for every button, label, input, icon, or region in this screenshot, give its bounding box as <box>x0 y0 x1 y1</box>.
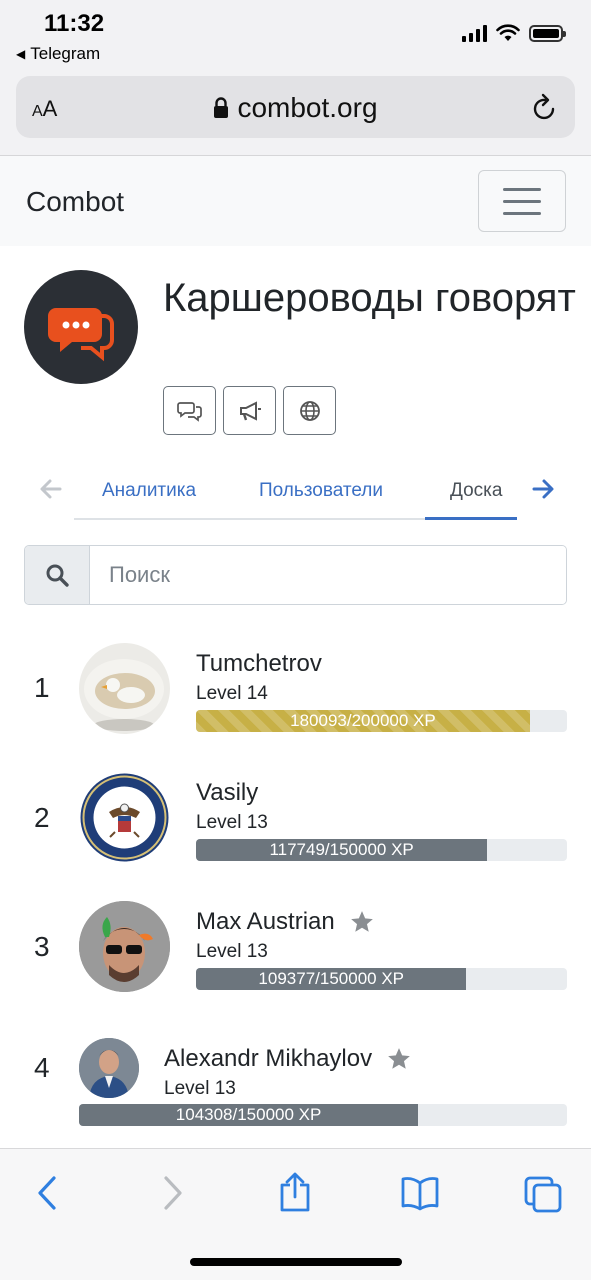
user-name-text: Alexandr Mikhaylov <box>164 1045 373 1072</box>
chat-icon <box>176 401 202 422</box>
user-avatar[interactable] <box>79 643 170 734</box>
man-suit-avatar-image <box>79 1038 139 1098</box>
wifi-icon <box>496 24 520 41</box>
menu-toggle-button[interactable] <box>478 170 566 232</box>
site-navbar: Combot <box>0 156 591 246</box>
tab-board[interactable]: Доска <box>450 480 502 502</box>
status-time: 11:32 <box>44 10 105 37</box>
group-channel-button[interactable] <box>223 386 276 435</box>
hamburger-icon-bar <box>503 212 541 215</box>
address-bar[interactable]: AAAA combot.org <box>16 76 575 138</box>
home-indicator <box>190 1258 402 1266</box>
xp-progress-bar: 109377/150000 XP <box>196 968 567 990</box>
user-name[interactable]: Alexandr Mikhaylov <box>164 1045 412 1073</box>
man-avatar-image <box>79 901 170 992</box>
hamburger-icon <box>503 188 541 191</box>
browser-address-area: AAAA combot.org <box>0 72 591 156</box>
user-level: Level 13 <box>196 812 268 833</box>
group-action-buttons <box>163 386 336 435</box>
xp-progress-text: 104308/150000 XP <box>175 1105 322 1124</box>
star-icon <box>350 911 373 932</box>
star-icon <box>388 1048 410 1069</box>
user-avatar[interactable] <box>79 772 170 863</box>
back-to-app-link[interactable]: ◀ Telegram <box>16 44 100 64</box>
xp-progress-bar: 104308/150000 XP <box>79 1104 567 1126</box>
user-avatar[interactable] <box>79 1038 139 1098</box>
search-group <box>24 545 567 605</box>
url-field[interactable]: combot.org <box>16 92 575 124</box>
xp-progress-text: 117749/150000 XP <box>269 840 414 859</box>
active-tab-indicator <box>425 517 517 520</box>
status-bar: 11:32 ◀ Telegram <box>0 0 591 72</box>
group-chat-button[interactable] <box>163 386 216 435</box>
duck-avatar-image <box>84 659 164 731</box>
back-icon[interactable] <box>36 1175 60 1211</box>
user-name[interactable]: Max Austrian <box>196 908 375 936</box>
hamburger-icon-bar <box>503 200 541 203</box>
tab-users[interactable]: Пользователи <box>259 480 383 502</box>
battery-icon <box>529 24 566 42</box>
xp-progress-text: 180093/200000 XP <box>290 711 436 730</box>
search-input[interactable] <box>90 546 566 604</box>
globe-icon <box>299 400 320 421</box>
xp-progress-text: 109377/150000 XP <box>258 969 405 988</box>
back-triangle-icon: ◀ <box>16 47 26 61</box>
seal-avatar-image <box>80 773 169 862</box>
user-level: Level 13 <box>196 941 268 962</box>
user-avatar[interactable] <box>79 901 170 992</box>
section-tabs: Аналитика Пользователи Доска <box>0 462 591 522</box>
cellular-signal-icon <box>462 24 487 42</box>
tabs-icon[interactable] <box>523 1175 563 1213</box>
rank-number: 2 <box>34 802 50 833</box>
arrow-right-icon[interactable] <box>530 476 556 502</box>
search-icon <box>46 564 69 587</box>
tab-analytics[interactable]: Аналитика <box>102 480 196 502</box>
rank-number: 1 <box>34 672 50 703</box>
megaphone-icon <box>239 400 261 421</box>
chat-bubbles-logo-icon <box>48 308 114 362</box>
rank-number: 3 <box>34 931 50 962</box>
search-button[interactable] <box>25 546 90 604</box>
arrow-left-icon[interactable] <box>38 476 64 502</box>
rank-number: 4 <box>34 1052 50 1083</box>
user-name-text: Tumchetrov <box>196 650 322 677</box>
group-avatar <box>24 270 138 384</box>
url-text: combot.org <box>237 92 378 123</box>
lock-icon <box>214 97 229 118</box>
brand-logo-text[interactable]: Combot <box>26 186 124 218</box>
share-icon[interactable] <box>278 1171 312 1213</box>
back-app-label: Telegram <box>30 44 101 63</box>
user-level: Level 14 <box>196 683 268 704</box>
user-name-text: Vasily <box>196 779 259 806</box>
user-name[interactable]: Vasily <box>196 779 258 807</box>
user-level: Level 13 <box>164 1078 236 1099</box>
reload-icon[interactable] <box>531 92 559 122</box>
group-title: Каршероводы говорят <box>163 276 576 320</box>
status-indicators <box>462 24 566 42</box>
bookmarks-icon[interactable] <box>400 1175 440 1211</box>
group-web-button[interactable] <box>283 386 336 435</box>
xp-progress-bar: 117749/150000 XP <box>196 839 567 861</box>
xp-progress-bar: 180093/200000 XP <box>196 710 567 732</box>
user-name-text: Max Austrian <box>196 908 335 935</box>
user-name[interactable]: Tumchetrov <box>196 650 322 678</box>
forward-icon[interactable] <box>160 1175 184 1211</box>
